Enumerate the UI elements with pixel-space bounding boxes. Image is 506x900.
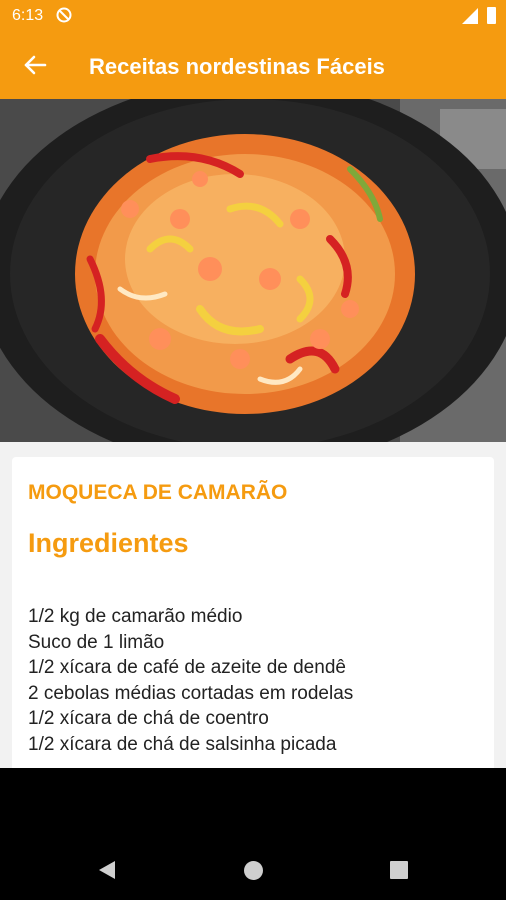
ingredient-item: 1/2 xícara de chá de coentro	[28, 708, 269, 729]
app-bar: Receitas nordestinas Fáceis	[0, 33, 506, 99]
arrow-back-icon[interactable]	[18, 47, 54, 83]
ingredient-item: 1/2 xícara de chá de salsinha picada	[28, 733, 337, 755]
recipe-title: MOQUECA DE CAMARÃO	[28, 481, 288, 504]
recipe-image	[0, 99, 506, 442]
signal-icon	[462, 8, 478, 24]
battery-icon	[487, 7, 496, 24]
nav-recents-icon[interactable]	[390, 861, 408, 879]
ingredient-item: 1/2 xícara de café de azeite de dendê	[28, 657, 346, 678]
do-not-disturb-icon	[56, 7, 72, 23]
status-time: 6:13	[12, 7, 44, 24]
moqueca-de-camarao-photo	[0, 99, 506, 442]
ingredient-item: 1/2 kg de camarão médio	[28, 606, 243, 627]
recipe-card: MOQUECA DE CAMARÃO Ingredientes 1/2 kg d…	[12, 457, 494, 768]
page-title: Receitas nordestinas Fáceis	[89, 54, 385, 79]
ingredients-list: 1/2 kg de camarão médio Suco de 1 limão …	[28, 604, 353, 757]
nav-home-icon[interactable]	[244, 861, 263, 880]
ingredient-item: 2 cebolas médias cortadas em rodelas	[28, 682, 354, 704]
navigation-bar	[0, 768, 506, 900]
ingredients-heading: Ingredientes	[28, 528, 189, 558]
ingredient-item: Suco de 1 limão	[28, 631, 165, 653]
nav-back-icon[interactable]	[97, 860, 117, 880]
status-bar: 6:13	[0, 0, 506, 33]
